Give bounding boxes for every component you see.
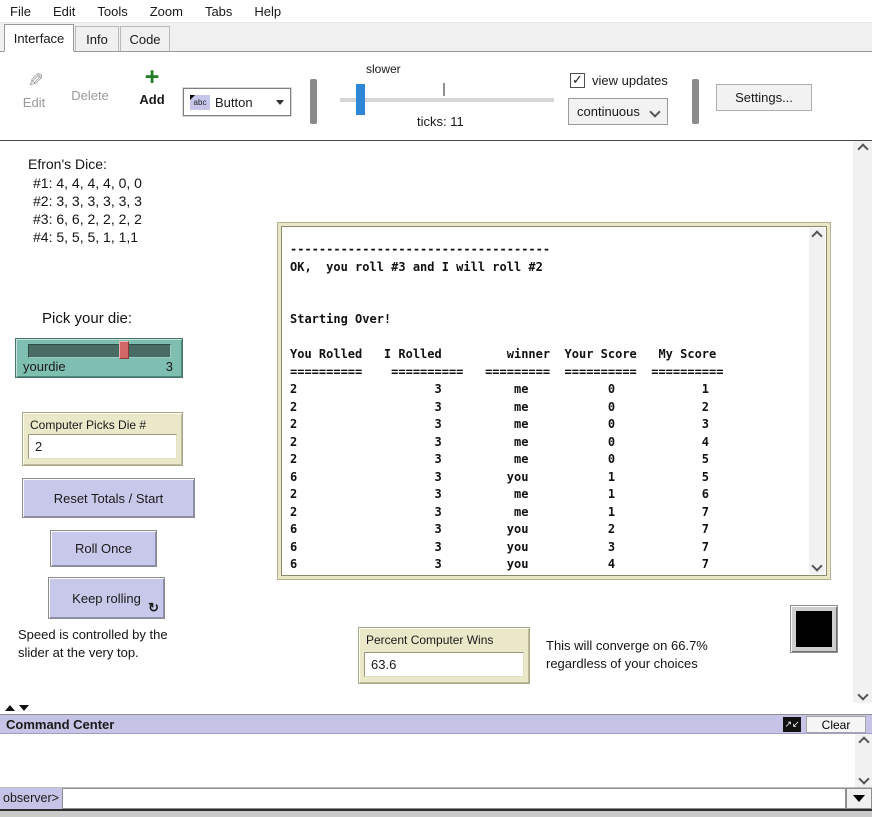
menu-item-file[interactable]: File — [10, 4, 31, 19]
pick-die-label: Pick your die: — [42, 310, 132, 327]
view-updates-label: view updates — [592, 73, 668, 88]
command-output-scrollbar[interactable] — [855, 734, 872, 787]
world-view-canvas — [796, 611, 832, 647]
update-mode-dropdown[interactable]: continuous — [568, 98, 668, 125]
scroll-down-button[interactable] — [855, 771, 872, 787]
add-label: Add — [130, 92, 174, 107]
dice-note-line: #4: 5, 5, 5, 1, 1,1 — [33, 229, 138, 245]
history-dropdown-button[interactable] — [846, 788, 872, 809]
chevron-down-icon — [276, 100, 284, 105]
ticks-counter: ticks: 11 — [417, 114, 464, 129]
menu-item-help[interactable]: Help — [254, 4, 281, 19]
slider-groove — [28, 344, 171, 358]
converge-note-line1: This will converge on 66.7% — [546, 638, 708, 653]
toolbar-separator — [692, 79, 699, 124]
scroll-down-button[interactable] — [809, 558, 825, 574]
triangle-down-icon — [853, 795, 865, 802]
edit-label: Edit — [12, 95, 56, 110]
speed-note-line1: Speed is controlled by the — [18, 627, 168, 642]
yourdie-name: yourdie — [23, 359, 66, 374]
speed-slider-thumb[interactable] — [356, 84, 365, 115]
command-center-splitter[interactable] — [0, 703, 872, 714]
computer-die-monitor-label: Computer Picks Die # — [30, 418, 146, 432]
roll-once-label: Roll Once — [75, 541, 132, 556]
menu-item-zoom[interactable]: Zoom — [150, 4, 183, 19]
speed-slider-tick — [443, 83, 445, 96]
dice-note-title: Efron's Dice: — [28, 156, 107, 172]
window-bottom-edge — [0, 809, 872, 817]
computer-die-monitor-value: 2 — [28, 434, 177, 459]
keep-rolling-label: Keep rolling — [72, 591, 141, 606]
percent-wins-monitor: Percent Computer Wins 63.6 — [358, 627, 530, 684]
converge-note-line2: regardless of your choices — [546, 656, 698, 671]
dice-note-line: #1: 4, 4, 4, 4, 0, 0 — [33, 175, 142, 191]
canvas-scrollbar[interactable] — [853, 141, 872, 703]
world-view — [790, 605, 838, 653]
speed-slider-track[interactable] — [340, 98, 554, 102]
reset-totals-label: Reset Totals / Start — [54, 491, 164, 506]
observer-prompt: observer> — [0, 788, 62, 809]
yourdie-slider-thumb[interactable] — [119, 341, 129, 359]
keep-rolling-button[interactable]: Keep rolling ↻ — [48, 577, 165, 619]
widget-type-dropdown[interactable]: abc Button — [183, 88, 291, 116]
edit-widget-button[interactable]: ✎ Edit — [12, 68, 56, 110]
netlogo-window: File Edit Tools Zoom Tabs Help Interface… — [0, 0, 872, 817]
delete-widget-button[interactable]: Delete — [64, 69, 116, 103]
toolbar: ✎ Edit Delete + Add abc Button slower ti… — [0, 52, 872, 141]
output-scrollbar[interactable] — [809, 228, 825, 574]
update-mode-value: continuous — [577, 104, 640, 119]
detach-icon[interactable]: ↗↙ — [783, 717, 801, 732]
reset-totals-button[interactable]: Reset Totals / Start — [22, 478, 195, 518]
computer-die-monitor: Computer Picks Die # 2 — [22, 412, 183, 466]
scroll-up-button[interactable] — [853, 141, 872, 157]
scroll-down-button[interactable] — [853, 687, 872, 703]
command-center-title: Command Center — [6, 717, 114, 732]
output-widget: ------------------------------------ OK,… — [277, 222, 831, 580]
view-updates-checkbox[interactable]: ✓ — [570, 73, 585, 88]
tab-info[interactable]: Info — [75, 26, 119, 51]
forever-icon: ↻ — [148, 600, 159, 616]
command-center-header: Command Center ↗↙ Clear — [0, 714, 872, 734]
chevron-down-icon — [649, 106, 660, 117]
settings-button[interactable]: Settings... — [716, 84, 812, 111]
command-input-row: observer> — [0, 788, 872, 809]
slower-label: slower — [366, 62, 401, 76]
delete-label: Delete — [64, 88, 116, 103]
menu-item-tabs[interactable]: Tabs — [205, 4, 232, 19]
roll-once-button[interactable]: Roll Once — [50, 530, 157, 567]
yourdie-value: 3 — [166, 359, 173, 374]
command-input[interactable] — [62, 788, 846, 809]
pencil-icon: ✎ — [22, 72, 45, 88]
toolbar-separator — [310, 79, 317, 124]
tab-bar: Interface Info Code — [0, 23, 872, 52]
check-icon: ✓ — [572, 72, 583, 87]
speed-note-line2: slider at the very top. — [18, 645, 139, 660]
tab-code[interactable]: Code — [120, 26, 170, 51]
splitter-down-icon[interactable] — [19, 705, 29, 711]
tab-interface[interactable]: Interface — [4, 24, 74, 52]
command-center-output — [0, 734, 872, 788]
menu-bar: File Edit Tools Zoom Tabs Help — [0, 0, 872, 23]
percent-wins-value: 63.6 — [364, 652, 524, 677]
output-text: ------------------------------------ OK,… — [290, 241, 723, 574]
plus-icon: + — [145, 63, 160, 91]
add-widget-button[interactable]: + Add — [130, 68, 174, 107]
dice-note-line: #2: 3, 3, 3, 3, 3, 3 — [33, 193, 142, 209]
splitter-up-icon[interactable] — [5, 705, 15, 711]
output-area: ------------------------------------ OK,… — [281, 226, 827, 576]
clear-button[interactable]: Clear — [806, 716, 866, 733]
percent-wins-label: Percent Computer Wins — [366, 633, 493, 647]
dice-note-line: #3: 6, 6, 2, 2, 2, 2 — [33, 211, 142, 227]
yourdie-slider[interactable]: yourdie 3 — [15, 338, 183, 378]
menu-item-edit[interactable]: Edit — [53, 4, 75, 19]
scroll-up-button[interactable] — [855, 734, 872, 750]
widget-type-value: Button — [215, 95, 271, 110]
scroll-up-button[interactable] — [809, 228, 825, 244]
button-widget-icon: abc — [190, 95, 210, 110]
menu-item-tools[interactable]: Tools — [97, 4, 127, 19]
